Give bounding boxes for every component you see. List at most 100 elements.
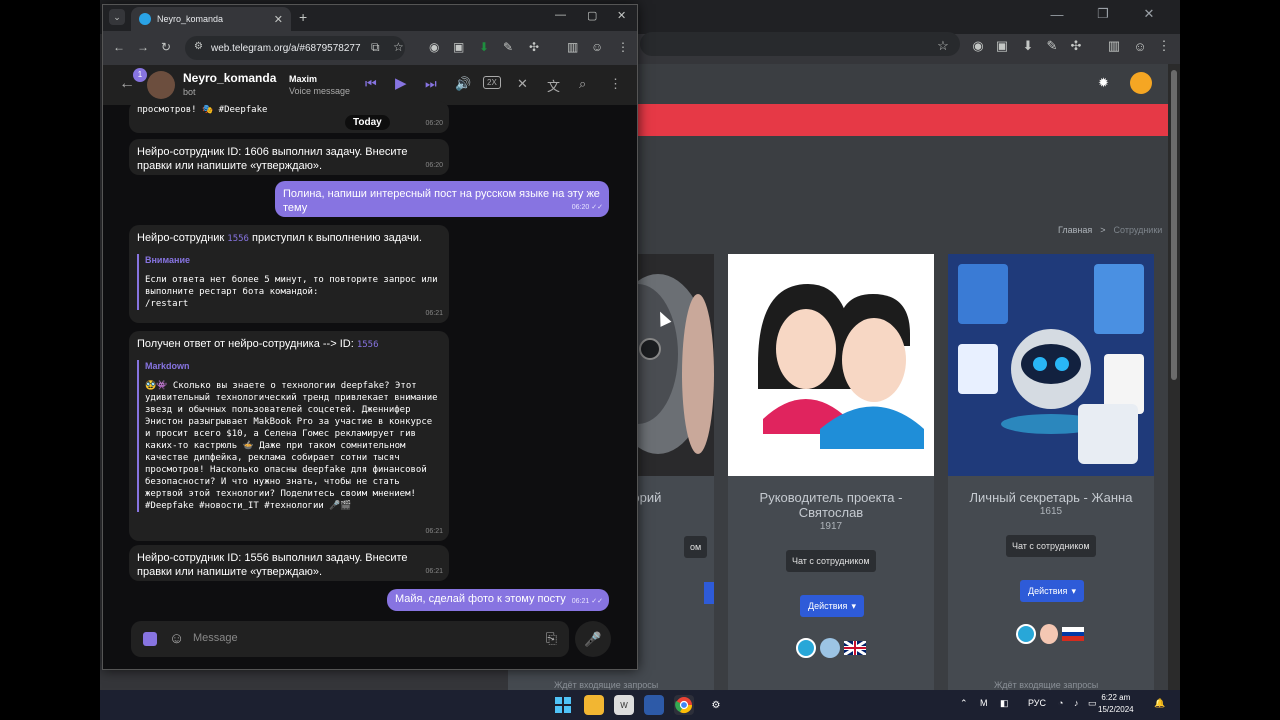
menu-icon[interactable]: ⋮: [1154, 36, 1174, 56]
close-tab-icon[interactable]: ✕: [274, 13, 283, 26]
download-icon[interactable]: ⬇: [479, 40, 489, 54]
close-button[interactable]: ✕: [1126, 0, 1172, 28]
minimize-button[interactable]: —: [555, 9, 566, 21]
address-bar[interactable]: [640, 32, 960, 56]
quote-title: Внимание: [145, 255, 190, 265]
chat-with-employee-button[interactable]: Чат с сотрудником: [1006, 535, 1096, 557]
app-icon[interactable]: W: [614, 695, 634, 715]
start-button-icon[interactable]: [553, 695, 573, 715]
volume-icon[interactable]: 🔊: [455, 76, 471, 92]
translate-icon[interactable]: 文: [547, 76, 560, 95]
attach-icon[interactable]: ⎘: [546, 630, 557, 647]
player-author[interactable]: Maxim: [289, 74, 317, 84]
reload-icon[interactable]: ↻: [161, 40, 171, 54]
file-explorer-icon[interactable]: [584, 695, 604, 715]
desktop: — ❐ ✕ ☆ ◉ ▣ ⬇ ✎ ✣ ▥ ☺ ⋮ ✹ Главная > Сотр…: [100, 0, 1180, 690]
close-player-icon[interactable]: ✕: [517, 76, 528, 92]
forward-icon[interactable]: →: [137, 40, 149, 54]
employee-badges: [1016, 624, 1084, 644]
app-icon[interactable]: ⚙: [706, 695, 726, 715]
sidebar-icon[interactable]: ▥: [567, 40, 578, 54]
breadcrumb-home[interactable]: Главная: [1058, 225, 1092, 235]
tab-strip: ⌄ Neyro_komanda ✕ + — ▢ ✕: [103, 5, 637, 31]
quote-body: 🥸👾 Сколько вы знаете о технологии deepfa…: [145, 381, 438, 511]
notification-bell-icon[interactable]: 🔔: [1154, 698, 1165, 709]
employee-id: 1917: [819, 521, 843, 532]
tray-overflow-icon[interactable]: ⌃: [960, 698, 968, 709]
back-icon[interactable]: ←: [113, 40, 125, 54]
chrome-icon[interactable]: [674, 695, 694, 715]
message-time: 06:20 ✓✓: [571, 204, 603, 211]
message-text: Нейро-сотрудник ID: 1606 выполнил задачу…: [137, 146, 408, 172]
caret-down-icon: ▾: [1071, 585, 1076, 596]
user-avatar[interactable]: [1130, 72, 1152, 94]
telegram-app: ← 1 Neyro_komanda bot Maxim Voice messag…: [103, 65, 637, 669]
menu-icon[interactable]: ⋮: [617, 40, 629, 54]
new-tab-button[interactable]: +: [299, 9, 307, 25]
actions-dropdown-button[interactable]: Действия ▾: [800, 595, 864, 617]
bookmark-star-icon[interactable]: ☆: [393, 40, 404, 54]
cast-icon[interactable]: ⧉: [371, 40, 380, 55]
maximize-button[interactable]: ❐: [1080, 0, 1126, 28]
theme-toggle-icon[interactable]: ✹: [1098, 75, 1109, 91]
url-text: web.telegram.org/a/#6879578277: [211, 42, 361, 54]
download-icon[interactable]: ⬇: [1018, 36, 1038, 56]
profile-avatar[interactable]: ☺: [1130, 36, 1150, 56]
breadcrumb-current: Сотрудники: [1113, 225, 1163, 235]
message-input[interactable]: Message: [193, 632, 238, 644]
message-text: Полина, напиши интересный пост на русско…: [283, 188, 600, 214]
more-options-icon[interactable]: ⋮: [609, 76, 622, 92]
message-text: Майя, сделай фото к этому посту: [395, 593, 566, 605]
tab-telegram[interactable]: Neyro_komanda ✕: [131, 7, 291, 31]
search-icon[interactable]: ⌕: [579, 76, 586, 92]
sidebar-icon[interactable]: ▥: [1104, 36, 1124, 56]
microphone-button[interactable]: 🎤: [575, 621, 611, 657]
pen-icon[interactable]: ✎: [1042, 36, 1062, 56]
pen-icon[interactable]: ✎: [503, 40, 513, 54]
language-indicator[interactable]: РУС: [1028, 698, 1046, 708]
chat-status: bot: [183, 87, 196, 97]
next-track-icon[interactable]: ⏭: [425, 76, 437, 92]
bot-menu-button[interactable]: [143, 632, 157, 646]
extension-icon[interactable]: ◉: [968, 36, 988, 56]
extension-icon[interactable]: ▣: [992, 36, 1012, 56]
extensions-puzzle-icon[interactable]: ✣: [1066, 36, 1086, 56]
actions-button-edge[interactable]: [704, 582, 714, 604]
minimize-button[interactable]: —: [1034, 0, 1080, 28]
wifi-icon[interactable]: ◔: [1058, 698, 1063, 708]
app-icon[interactable]: [644, 695, 664, 715]
profile-avatar[interactable]: ☺: [591, 40, 603, 54]
quote-title: Markdown: [145, 361, 190, 371]
page-scrollbar-thumb[interactable]: [1171, 70, 1177, 380]
employee-title: Личный секретарь - Жанна: [969, 490, 1133, 505]
actions-dropdown-button[interactable]: Действия ▾: [1020, 580, 1084, 602]
person-badge-icon: [1040, 624, 1058, 644]
chat-with-employee-button[interactable]: Чат с сотрудником: [786, 550, 876, 572]
russia-flag-icon[interactable]: [1062, 627, 1084, 641]
play-icon[interactable]: ▶: [395, 74, 407, 92]
chat-avatar[interactable]: [147, 71, 175, 99]
chat-with-employee-button[interactable]: ом: [684, 536, 708, 558]
previous-track-icon[interactable]: ⏮: [365, 76, 377, 92]
site-info-icon[interactable]: ⚙: [194, 41, 203, 52]
extensions-puzzle-icon[interactable]: ✣: [529, 40, 539, 54]
playback-speed-button[interactable]: 2X: [483, 76, 501, 89]
tab-search-button[interactable]: ⌄: [109, 9, 125, 25]
tab-title: Neyro_komanda: [157, 14, 224, 24]
clock[interactable]: 6:22 am 15/2/2024: [1098, 692, 1134, 716]
message-text: Нейро-сотрудник ID: 1556 выполнил задачу…: [137, 552, 408, 578]
emoji-icon[interactable]: ☺: [169, 630, 184, 647]
maximize-button[interactable]: ▢: [587, 9, 597, 22]
close-window-button[interactable]: ✕: [617, 9, 626, 22]
volume-icon[interactable]: ♪: [1074, 698, 1079, 708]
battery-icon[interactable]: ▭: [1088, 698, 1097, 709]
robot-badge-icon: [1016, 624, 1036, 644]
uk-flag-icon[interactable]: [844, 641, 866, 655]
tray-icon[interactable]: ◧: [1000, 698, 1009, 709]
bookmark-star-icon[interactable]: ☆: [933, 36, 953, 56]
player-type: Voice message: [289, 86, 351, 96]
chat-name[interactable]: Neyro_komanda: [183, 71, 276, 85]
extension-icon[interactable]: ◉: [429, 40, 439, 54]
extension-icon[interactable]: ▣: [453, 40, 464, 54]
tray-icon[interactable]: M: [980, 698, 988, 708]
